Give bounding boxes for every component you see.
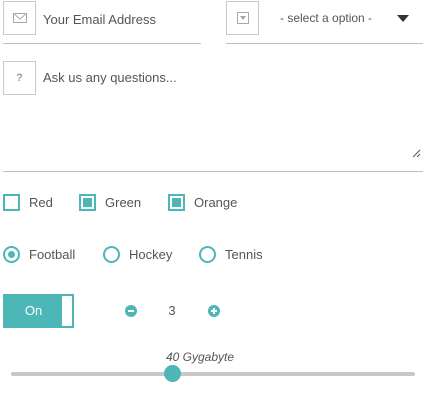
checkbox-box[interactable] xyxy=(168,194,185,211)
select-value: - select a option - xyxy=(280,11,373,25)
toggle-label: On xyxy=(24,303,43,318)
chevron-down-icon[interactable] xyxy=(397,15,409,22)
radio-label: Hockey xyxy=(129,247,173,262)
email-input[interactable] xyxy=(43,9,198,29)
checkbox-label: Green xyxy=(105,195,142,210)
question-textarea[interactable] xyxy=(43,70,413,160)
checkbox-box[interactable] xyxy=(3,194,20,211)
radio-button[interactable] xyxy=(103,246,120,263)
dropdown-icon xyxy=(226,1,259,35)
increment-button[interactable] xyxy=(208,305,220,317)
checkbox-label: Red xyxy=(29,195,53,210)
email-field-group xyxy=(3,0,201,44)
checkbox-box[interactable] xyxy=(79,194,96,211)
radio-tennis[interactable]: Tennis xyxy=(199,246,263,263)
checkbox-orange[interactable]: Orange xyxy=(168,194,237,211)
stepper-value: 3 xyxy=(168,303,176,318)
radio-hockey[interactable]: Hockey xyxy=(103,246,172,263)
radio-label: Tennis xyxy=(225,247,263,262)
decrement-button[interactable] xyxy=(125,305,137,317)
radio-label: Football xyxy=(29,247,76,262)
slider-handle[interactable] xyxy=(164,365,182,382)
slider-track[interactable] xyxy=(11,372,415,376)
checkbox-label: Orange xyxy=(194,195,238,210)
slider-value-label: 40 Gygabyte xyxy=(165,350,235,364)
radio-button[interactable] xyxy=(3,246,20,263)
option-select[interactable]: - select a option - xyxy=(226,0,423,44)
resize-handle-icon[interactable] xyxy=(412,149,421,158)
question-field-group: ? xyxy=(3,60,423,172)
checkbox-red[interactable]: Red xyxy=(3,194,53,211)
radio-football[interactable]: Football xyxy=(3,246,75,263)
question-icon: ? xyxy=(3,61,36,95)
checkbox-green[interactable]: Green xyxy=(79,194,141,211)
envelope-icon xyxy=(3,1,36,35)
on-off-toggle[interactable]: On xyxy=(3,294,74,328)
radio-button[interactable] xyxy=(199,246,216,263)
question-icon-glyph: ? xyxy=(16,72,23,84)
toggle-knob[interactable] xyxy=(62,296,72,326)
